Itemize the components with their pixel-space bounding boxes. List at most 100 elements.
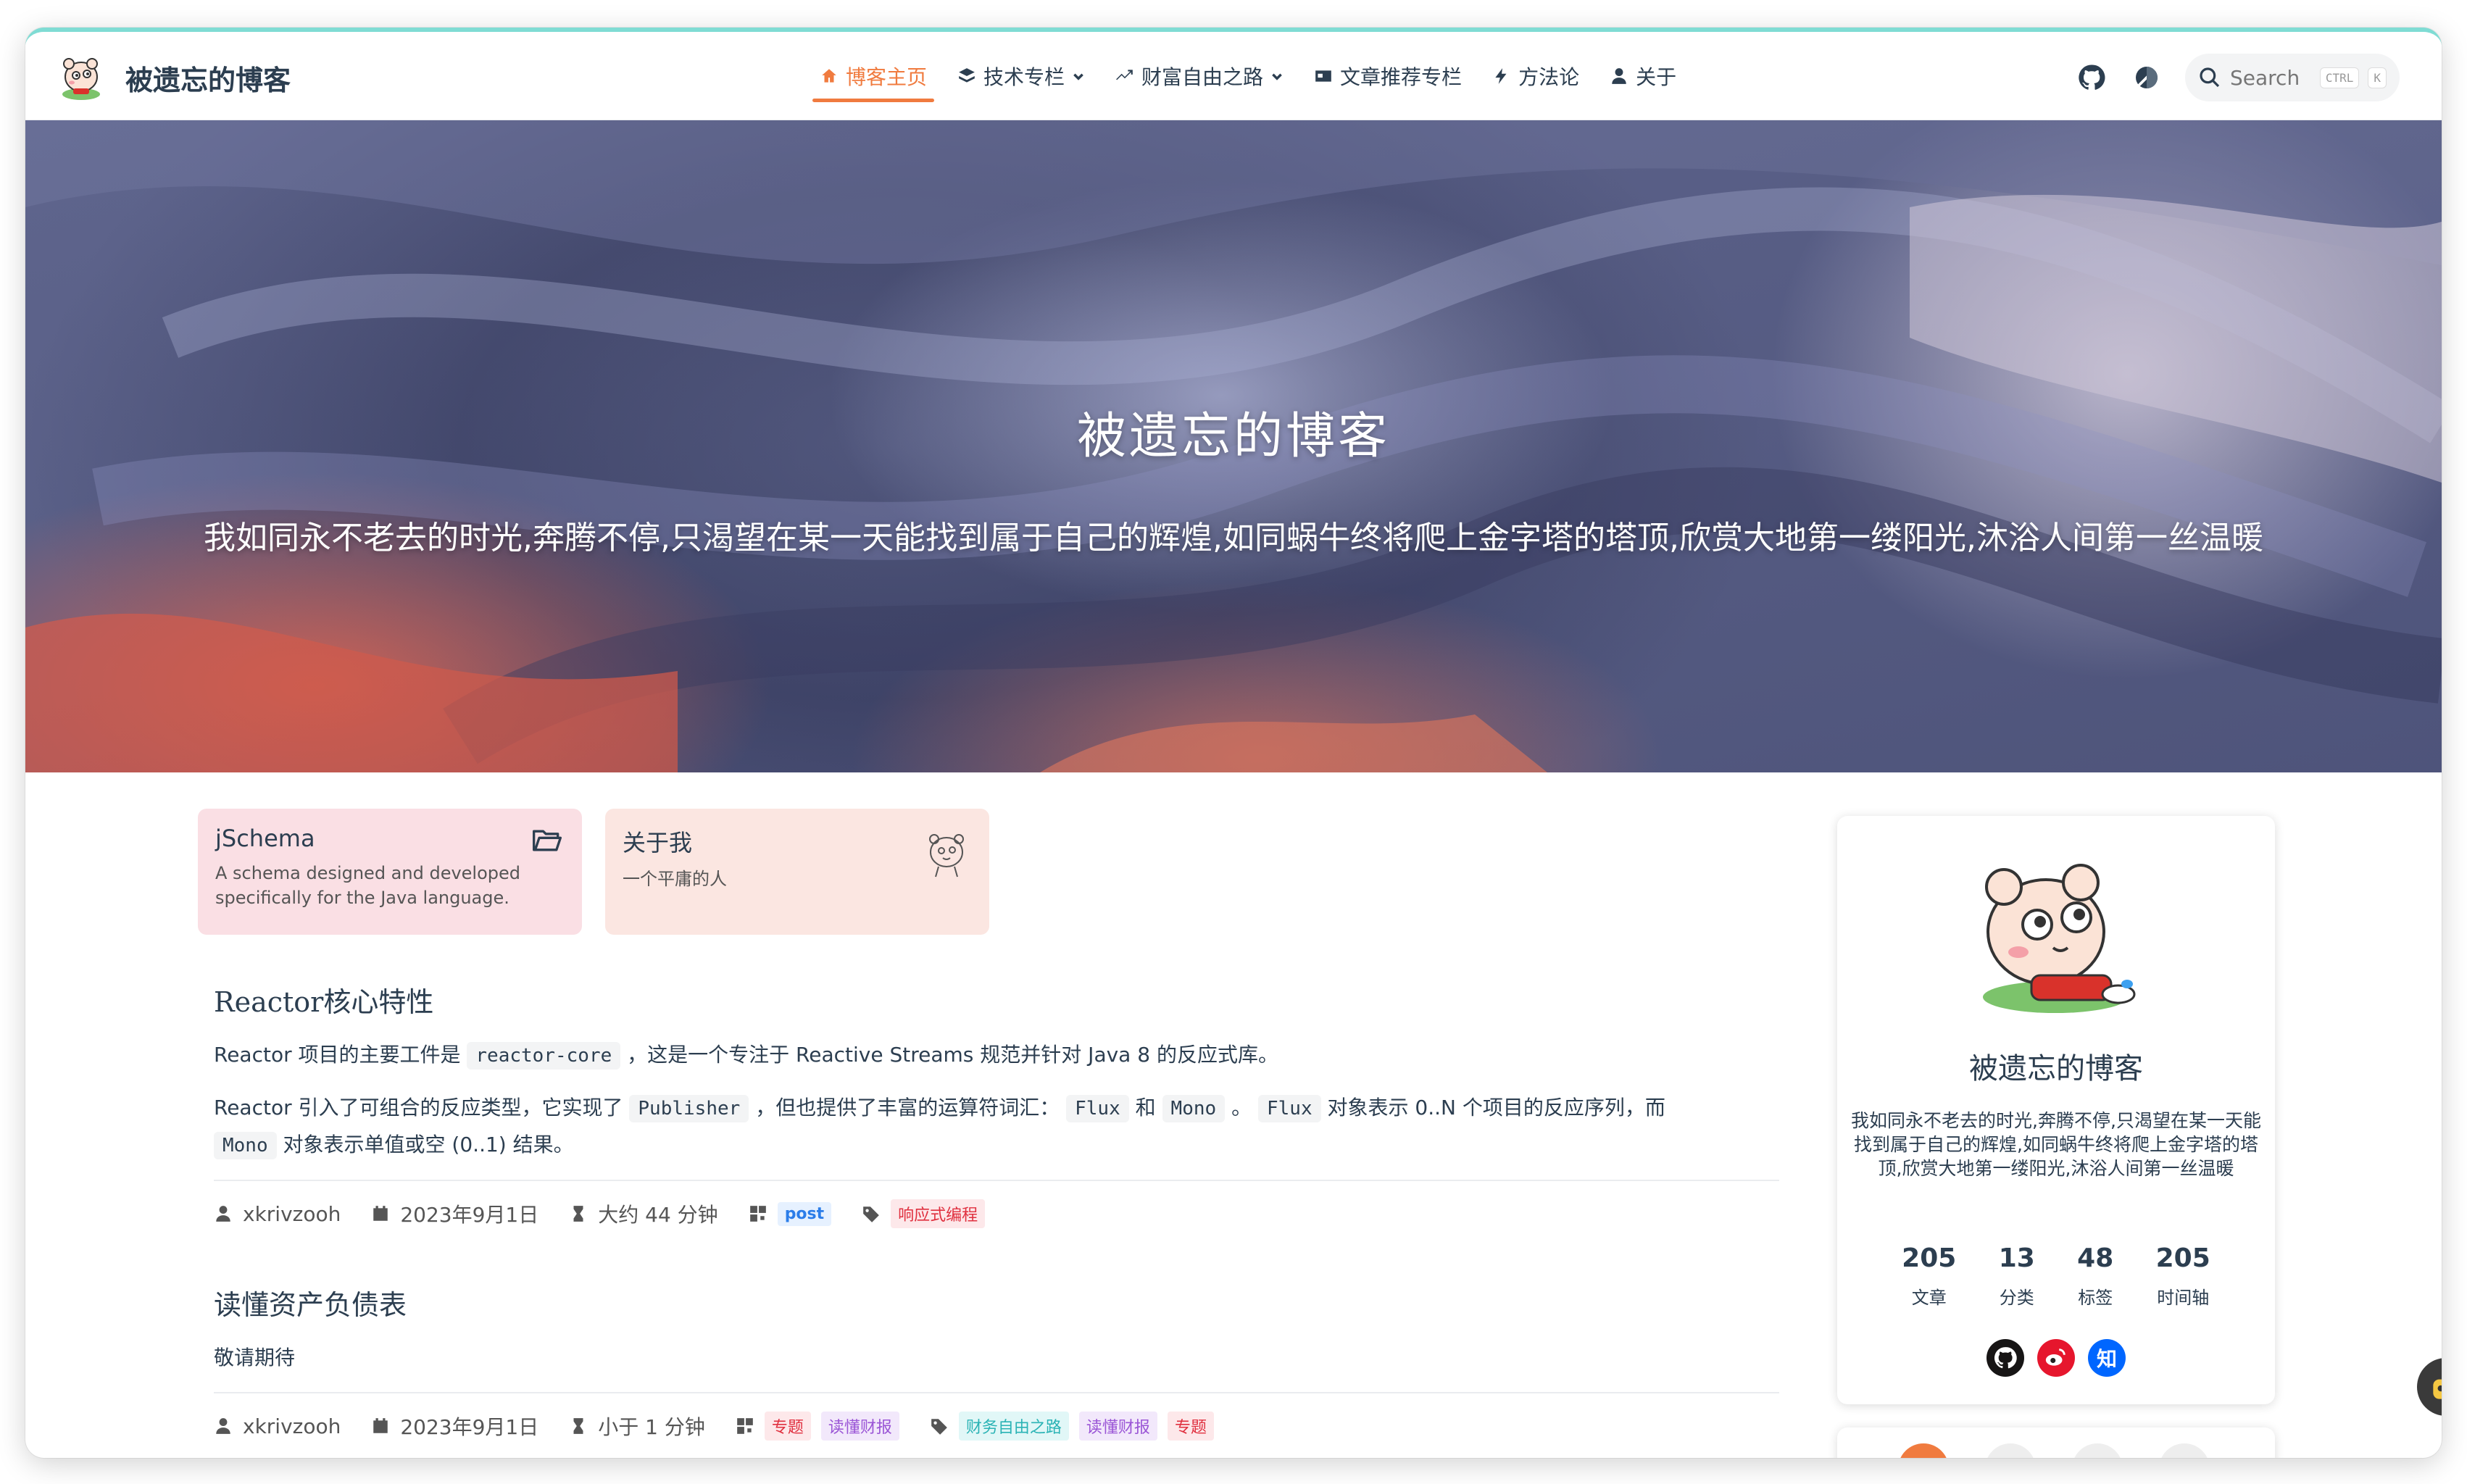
article-item: Reactor核心特性 Reactor 项目的主要工件是 reactor-cor… <box>198 980 1802 1232</box>
stat-timeline[interactable]: 205 时间轴 <box>2156 1243 2210 1309</box>
text: 和 <box>1128 1096 1162 1120</box>
article-read-time: 小于 1 分钟 <box>598 1415 705 1439</box>
chevron-down-icon <box>1272 73 1282 80</box>
zhihu-icon: 知 <box>2096 1347 2117 1371</box>
stat-categories[interactable]: 13 分类 <box>1999 1243 2035 1309</box>
inline-code: Publisher <box>629 1095 749 1122</box>
avatar-icon <box>929 834 964 878</box>
calendar-icon <box>373 1418 388 1433</box>
card-icon <box>1315 70 1331 82</box>
brand-link[interactable]: 被遗忘的博客 <box>56 52 291 103</box>
robot-icon <box>2433 1379 2442 1399</box>
stat-number: 48 <box>2077 1243 2114 1273</box>
widget-tab[interactable] <box>1898 1443 1949 1458</box>
text: 对象表示 0..N 个项目的反应序列，而 <box>1320 1096 1665 1120</box>
github-icon <box>2079 64 2105 90</box>
bolt-icon <box>1495 68 1507 84</box>
folder-open-icon <box>533 830 562 851</box>
kbd-k: K <box>2368 67 2387 88</box>
card-desc: 一个平庸的人 <box>623 869 727 889</box>
inline-code: reactor-core <box>467 1042 621 1070</box>
card-title: 关于我 <box>623 829 693 856</box>
nav-item-about[interactable]: 关于 <box>1602 53 1684 99</box>
navbar: 被遗忘的博客 博客主页 技术专栏 财富自由之路 文章推荐专栏 方法论 关于 Se… <box>25 32 2442 120</box>
text: 对象表示单值或空 (0..1) 结果。 <box>276 1133 574 1156</box>
floating-assistant-button[interactable] <box>2417 1358 2442 1416</box>
stat-number: 205 <box>2155 1243 2210 1273</box>
social-weibo[interactable] <box>2037 1339 2075 1377</box>
stat-label: 分类 <box>1999 1288 2034 1308</box>
inline-code: Flux <box>1257 1095 1321 1122</box>
widget-tab[interactable] <box>2072 1443 2123 1458</box>
text: Reactor 项目的主要工件是 <box>214 1043 467 1067</box>
hero-title: 被遗忘的博客 <box>1076 408 1390 465</box>
category-icon <box>749 1206 766 1222</box>
social-github[interactable] <box>1987 1339 2024 1377</box>
theme-toggle-button[interactable] <box>2130 61 2163 94</box>
search-placeholder: Search <box>2230 65 2300 90</box>
tag-icon <box>863 1206 880 1222</box>
project-card-jschema[interactable]: jSchema A schema designed and developed … <box>198 809 582 935</box>
stat-label: 标签 <box>2078 1288 2113 1308</box>
card-title: jSchema <box>215 825 315 852</box>
calendar-icon <box>373 1206 388 1221</box>
nav-item-label: 财富自由之路 <box>1141 65 1264 89</box>
chevron-down-icon <box>1073 73 1083 80</box>
divider <box>214 1180 1779 1181</box>
social-links: 知 <box>1837 1339 2275 1377</box>
nav-item-method[interactable]: 方法论 <box>1485 53 1586 99</box>
blogger-avatar <box>1983 864 2136 1013</box>
stat-number: 205 <box>1902 1243 1957 1273</box>
browser-window: 被遗忘的博客 博客主页 技术专栏 财富自由之路 文章推荐专栏 方法论 关于 Se… <box>25 28 2442 1458</box>
article-excerpt: Reactor 引入了可组合的反应类型，它实现了 Publisher ，但也提供… <box>214 1090 1802 1164</box>
inline-code: Flux <box>1066 1095 1129 1122</box>
article-meta: xkrivzooh 2023年9月1日 小于 1 分钟 专题 读懂财报 财务自由… <box>214 1408 1802 1444</box>
logo-icon <box>62 58 100 100</box>
author-icon <box>216 1206 230 1222</box>
blog-stats: 205 文章 13 分类 48 标签 205 时间轴 <box>1881 1243 2231 1309</box>
project-card-about[interactable]: 关于我 一个平庸的人 <box>605 809 989 935</box>
stat-tags[interactable]: 48 标签 <box>2077 1243 2113 1309</box>
article-author[interactable]: xkrivzooh <box>243 1414 341 1438</box>
article-title[interactable]: 读懂资产负债表 <box>214 1283 1802 1322</box>
widget-tab[interactable] <box>2159 1443 2210 1458</box>
github-link[interactable] <box>2075 61 2108 94</box>
layers-icon <box>959 68 975 83</box>
card-desc: A schema designed and developed specific… <box>215 863 521 908</box>
text: 。 <box>1225 1096 1258 1120</box>
stat-articles[interactable]: 205 文章 <box>1902 1243 1956 1309</box>
article-author[interactable]: xkrivzooh <box>243 1202 341 1226</box>
stat-label: 文章 <box>1911 1288 1947 1308</box>
tag-item[interactable]: 财务自由之路 <box>958 1412 1069 1441</box>
nav-item-recommend[interactable]: 文章推荐专栏 <box>1307 53 1469 99</box>
sidebar-widget <box>1837 1427 2275 1458</box>
category-tag[interactable]: 读懂财报 <box>820 1412 899 1441</box>
article-meta: xkrivzooh 2023年9月1日 大约 44 分钟 post 响应式编程 <box>214 1196 1802 1232</box>
inline-code: Mono <box>1162 1095 1226 1122</box>
article-title[interactable]: Reactor核心特性 <box>214 980 1802 1020</box>
search-button[interactable]: Search CTRL K <box>2185 54 2400 101</box>
hourglass-icon <box>573 1418 583 1434</box>
tag-item[interactable]: 响应式编程 <box>891 1199 986 1228</box>
nav-item-tech[interactable]: 技术专栏 <box>950 53 1092 99</box>
category-tag[interactable]: post <box>777 1201 832 1226</box>
weibo-icon <box>2045 1348 2065 1366</box>
project-cards: jSchema A schema designed and developed … <box>198 809 1821 935</box>
text: Reactor 引入了可组合的反应类型，它实现了 <box>214 1096 630 1120</box>
nav-item-home[interactable]: 博客主页 <box>812 53 935 102</box>
kbd-ctrl: CTRL <box>2319 67 2360 88</box>
article-excerpt: Reactor 项目的主要工件是 reactor-core ，这是一个专注于 R… <box>214 1037 1802 1074</box>
nav-item-label: 方法论 <box>1518 65 1580 89</box>
blogger-info-card: 被遗忘的博客 我如同永不老去的时光,奔腾不停,只渴望在某一天能找到属于自己的辉煌… <box>1837 816 2275 1404</box>
tag-item[interactable]: 读懂财报 <box>1078 1412 1157 1441</box>
category-tag[interactable]: 专题 <box>764 1412 811 1441</box>
article-item: 读懂资产负债表 敬请期待 xkrivzooh 2023年9月1日 小于 1 分钟… <box>198 1283 1802 1444</box>
social-zhihu[interactable]: 知 <box>2088 1339 2126 1377</box>
trend-icon <box>1116 70 1133 80</box>
nav-item-wealth[interactable]: 财富自由之路 <box>1108 53 1291 99</box>
widget-tab[interactable] <box>1985 1443 2036 1458</box>
tag-icon <box>931 1419 947 1435</box>
nav-item-label: 技术专栏 <box>983 65 1065 89</box>
tag-item[interactable]: 专题 <box>1167 1412 1214 1441</box>
home-icon <box>822 69 836 83</box>
